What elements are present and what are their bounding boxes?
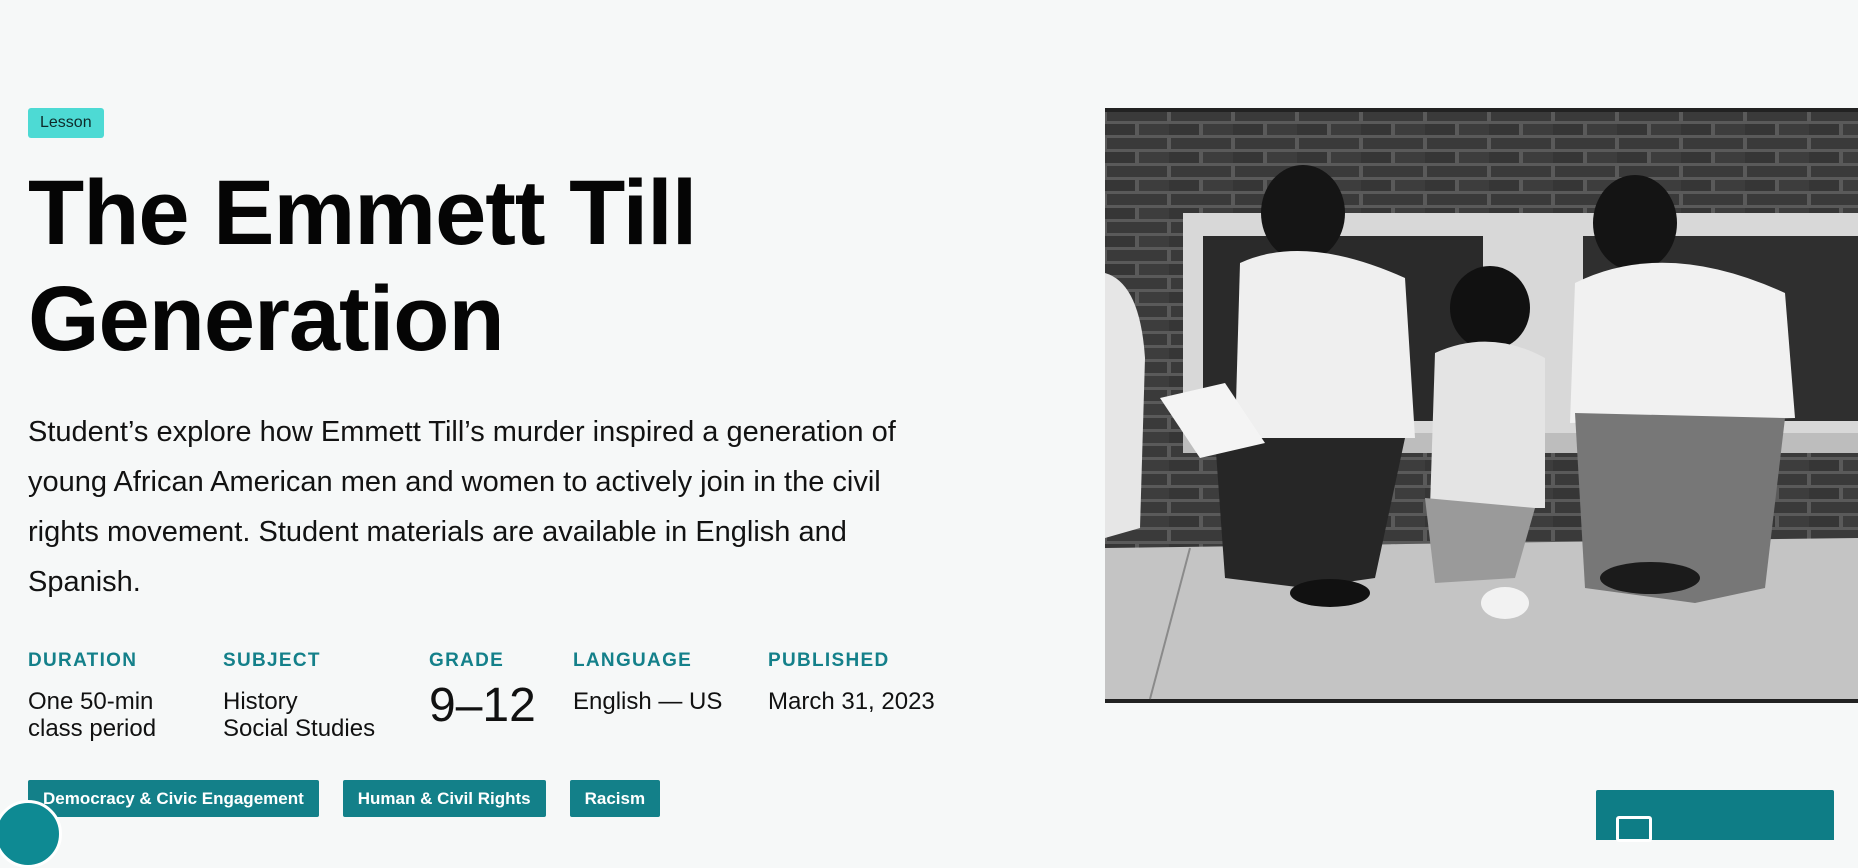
meta-grade: GRADE 9–12	[429, 650, 536, 734]
page-title: The Emmett Till Generation	[28, 160, 928, 372]
cta-button[interactable]	[1596, 790, 1834, 842]
lesson-description: Student’s explore how Emmett Till’s murd…	[28, 416, 896, 598]
help-widget-icon[interactable]	[0, 800, 62, 868]
meta-published: PUBLISHED March 31, 2023	[768, 650, 935, 715]
topic-tags: Democracy & Civic Engagement Human & Civ…	[28, 780, 661, 817]
meta-subject-label: SUBJECT	[223, 650, 321, 671]
meta-duration-label: DURATION	[28, 650, 138, 671]
title-line-1: The Emmett Till	[28, 162, 697, 264]
lesson-photo-illustration	[1105, 108, 1858, 703]
meta-subject-value: History Social Studies	[223, 688, 375, 742]
meta-duration: DURATION One 50-min class period	[28, 650, 156, 742]
duration-line-2: class period	[28, 715, 157, 742]
document-icon	[1616, 816, 1652, 842]
tag-democracy[interactable]: Democracy & Civic Engagement	[28, 780, 319, 817]
meta-grade-value: 9–12	[429, 679, 536, 732]
duration-line-1: One 50-min	[28, 688, 154, 715]
tag-racism[interactable]: Racism	[569, 780, 661, 817]
meta-grade-label: GRADE	[429, 650, 505, 671]
meta-published-value: March 31, 2023	[768, 688, 935, 715]
tag-civil-rights[interactable]: Human & Civil Rights	[342, 780, 546, 817]
meta-language-value: English — US	[573, 688, 723, 715]
meta-language: LANGUAGE English — US	[573, 650, 722, 715]
lesson-type-badge: Lesson	[28, 108, 104, 138]
meta-published-label: PUBLISHED	[768, 650, 890, 671]
meta-subject: SUBJECT History Social Studies	[223, 650, 375, 742]
subject-line-2: Social Studies	[223, 715, 376, 742]
meta-duration-value: One 50-min class period	[28, 688, 156, 742]
lesson-photo	[1105, 108, 1858, 703]
subject-line-1: History	[223, 688, 298, 715]
meta-language-label: LANGUAGE	[573, 650, 693, 671]
title-line-2: Generation	[28, 268, 505, 370]
